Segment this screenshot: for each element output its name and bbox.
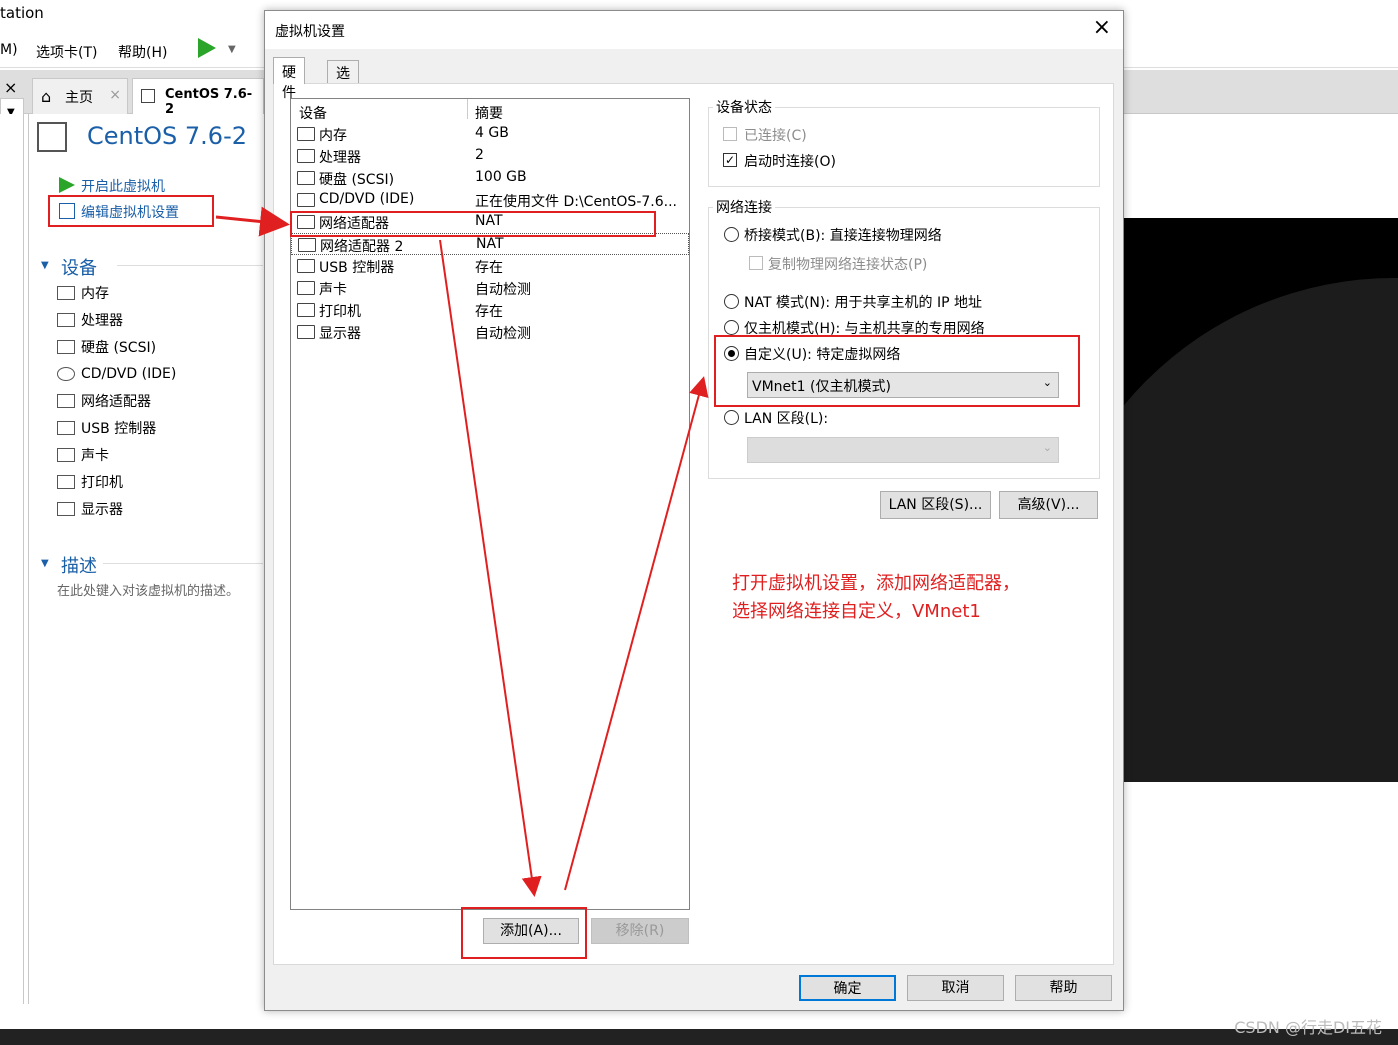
annotation-line: 打开虚拟机设置，添加网络适配器， — [732, 573, 1020, 594]
watermark: CSDN @行走DI五花 — [1234, 1018, 1382, 1037]
annotation-line: 选择网络连接自定义，VMnet1 — [732, 601, 981, 622]
arrow-to-network-adapter — [215, 206, 290, 237]
tab-hardware[interactable]: 硬件 — [273, 57, 305, 101]
annotation-text: 打开虚拟机设置，添加网络适配器， 选择网络连接自定义，VMnet1 — [732, 570, 1020, 626]
arrow-to-custom-network — [564, 376, 709, 891]
arrow-to-add-button — [439, 239, 542, 897]
annotation-arrows — [215, 206, 709, 897]
